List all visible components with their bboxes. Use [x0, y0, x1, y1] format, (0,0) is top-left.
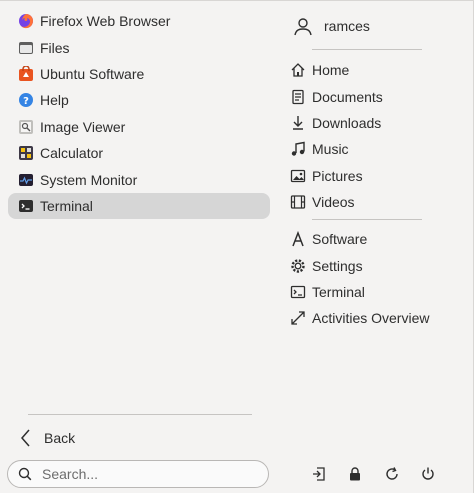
place-music[interactable]: Music [290, 136, 470, 162]
image-viewer-icon [18, 119, 34, 135]
system-activities-overview[interactable]: Activities Overview [290, 305, 470, 331]
back-label: Back [44, 430, 76, 446]
app-item-help[interactable]: ? Help [8, 87, 270, 113]
app-label: System Monitor [40, 171, 138, 188]
power-button[interactable] [419, 465, 437, 483]
place-documents[interactable]: Documents [290, 83, 470, 109]
app-label: Files [40, 39, 70, 56]
firefox-icon [18, 13, 34, 29]
app-list: Firefox Web Browser Files Ubuntu Softwar… [8, 8, 270, 220]
system-list: Software Settings Terminal Activities Ov… [290, 226, 470, 332]
search-bar[interactable] [7, 460, 269, 488]
system-label: Activities Overview [312, 310, 430, 327]
separator [312, 219, 422, 220]
document-icon [290, 89, 306, 105]
place-label: Documents [312, 88, 383, 105]
software-bag-icon [18, 65, 34, 82]
app-label: Calculator [40, 145, 104, 162]
place-pictures[interactable]: Pictures [290, 163, 470, 189]
system-label: Terminal [312, 283, 365, 300]
restart-icon [386, 467, 398, 480]
app-item-firefox[interactable]: Firefox Web Browser [8, 8, 270, 34]
system-software[interactable]: Software [290, 226, 470, 252]
system-label: Settings [312, 257, 363, 274]
music-icon [290, 141, 306, 157]
video-icon [290, 194, 306, 210]
terminal-icon [290, 284, 306, 300]
app-item-calculator[interactable]: Calculator [8, 140, 270, 166]
app-label: Firefox Web Browser [40, 13, 171, 30]
place-label: Downloads [312, 114, 382, 131]
settings-icon [290, 258, 306, 274]
power-icon [422, 467, 434, 480]
chevron-left-icon [21, 429, 30, 447]
place-label: Home [312, 62, 350, 79]
place-downloads[interactable]: Downloads [290, 110, 470, 136]
system-settings[interactable]: Settings [290, 252, 470, 278]
help-icon: ? [18, 92, 34, 108]
user-avatar-icon [294, 18, 312, 36]
app-label: Terminal [40, 197, 93, 214]
picture-icon [290, 168, 306, 184]
app-item-image-viewer[interactable]: Image Viewer [8, 114, 270, 140]
session-actions [306, 460, 436, 488]
user-name: ramces [324, 18, 370, 34]
places-list: Home Documents Downloads Music Pictures … [290, 57, 470, 215]
top-border [0, 0, 474, 1]
separator [28, 414, 252, 415]
place-label: Videos [312, 194, 355, 211]
app-item-files[interactable]: Files [8, 34, 270, 60]
app-item-system-monitor[interactable]: System Monitor [8, 166, 270, 192]
calculator-icon [18, 145, 34, 161]
separator [312, 49, 422, 50]
download-icon [290, 115, 306, 131]
folder-icon [18, 40, 34, 56]
app-label: Image Viewer [40, 118, 126, 135]
system-label: Software [312, 231, 368, 248]
system-monitor-icon [18, 172, 34, 188]
place-home[interactable]: Home [290, 57, 470, 83]
app-item-terminal[interactable]: Terminal [8, 192, 270, 220]
app-label: Ubuntu Software [40, 65, 145, 82]
lock-button[interactable] [346, 465, 364, 483]
lock-icon [350, 467, 360, 481]
search-icon [18, 467, 32, 481]
system-terminal[interactable]: Terminal [290, 279, 470, 305]
back-button[interactable]: Back [18, 425, 138, 451]
app-item-ubuntu-software[interactable]: Ubuntu Software [8, 61, 270, 87]
place-videos[interactable]: Videos [290, 189, 470, 215]
activities-icon [290, 310, 306, 326]
place-label: Music [312, 141, 349, 158]
search-input[interactable] [40, 465, 244, 483]
terminal-icon [18, 198, 34, 214]
home-icon [290, 62, 306, 78]
place-label: Pictures [312, 167, 363, 184]
software-icon [290, 231, 306, 247]
user-entry[interactable]: ramces [292, 14, 370, 38]
app-label: Help [40, 92, 69, 109]
logout-icon [313, 467, 325, 481]
restart-button[interactable] [383, 465, 401, 483]
svg-text:?: ? [23, 96, 29, 107]
logout-button[interactable] [310, 465, 328, 483]
